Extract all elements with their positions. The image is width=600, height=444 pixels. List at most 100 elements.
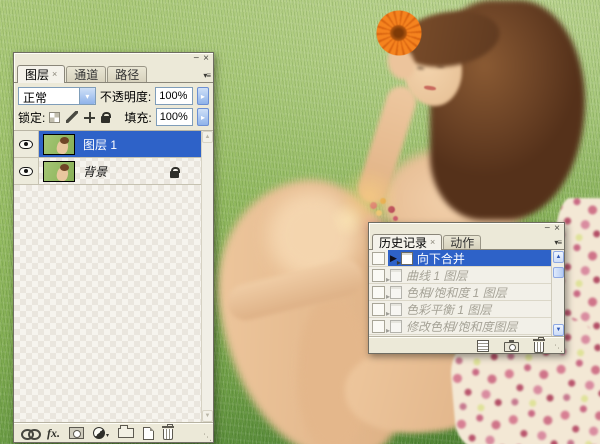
tab-history[interactable]: 历史记录 × [372, 234, 442, 250]
layer-mask-icon [69, 427, 84, 439]
layer-name[interactable]: 背景 [83, 163, 107, 180]
tab-layers[interactable]: 图层 × [17, 65, 65, 83]
link-icon [21, 429, 38, 437]
lock-all-icon[interactable] [101, 116, 110, 123]
resize-grip[interactable]: ⋱ [554, 344, 563, 353]
lock-transparency-icon[interactable] [49, 112, 60, 123]
close-button[interactable]: × [203, 54, 209, 63]
delete-state-button[interactable] [534, 339, 544, 353]
history-state-label: 向下合并 [417, 250, 465, 267]
document-icon [477, 340, 489, 352]
history-panel: − × 历史记录 × 动作 ▾≡ ▶ 向下合并 [368, 222, 565, 354]
orange-flower-center [390, 25, 407, 41]
tab-actions-label: 动作 [450, 234, 474, 251]
history-source-checkbox[interactable] [372, 252, 385, 265]
close-button[interactable]: × [554, 224, 560, 233]
lock-pixels-icon[interactable] [66, 111, 78, 123]
layers-panel-footer: fx. ▾ ⋱ [14, 423, 213, 442]
minimize-button[interactable]: − [193, 54, 199, 63]
history-source-checkbox[interactable] [372, 269, 385, 282]
history-state-icon [390, 320, 402, 333]
history-state-row[interactable]: 修改色相/饱和度图层 [369, 318, 551, 335]
fill-label: 填充: [124, 109, 151, 126]
layers-panel-tabs: 图层 × 通道 路径 ▾≡ [14, 64, 213, 83]
fill-stepper-icon[interactable]: ▸ [197, 108, 209, 126]
fx-icon: fx. [47, 428, 60, 439]
tab-channels-label: 通道 [74, 66, 98, 83]
trash-icon [534, 342, 544, 353]
adjustment-layer-icon [93, 427, 105, 439]
scroll-down-icon[interactable]: ▼ [553, 324, 564, 336]
tab-history-label: 历史记录 [379, 234, 427, 251]
lock-position-icon[interactable] [84, 112, 95, 123]
history-state-row[interactable]: 色相/饱和度 1 图层 [369, 284, 551, 301]
history-source-checkbox[interactable] [372, 286, 385, 299]
blend-mode-select[interactable]: 正常 ▾ [18, 87, 96, 105]
new-snapshot-button[interactable] [504, 340, 519, 352]
history-state-row[interactable]: 色彩平衡 1 图层 [369, 301, 551, 318]
history-pointer-icon[interactable]: ▶ [390, 254, 397, 263]
opacity-input[interactable]: 100% [155, 87, 193, 105]
layer-name[interactable]: 图层 1 [83, 136, 117, 153]
tab-actions[interactable]: 动作 [443, 235, 481, 249]
add-layer-mask-button[interactable] [69, 427, 84, 439]
new-layer-icon [143, 427, 154, 440]
history-state-label: 色相/饱和度 1 图层 [406, 284, 507, 301]
layers-panel-titlebar[interactable]: − × [14, 53, 213, 64]
layer-thumbnail[interactable] [43, 134, 75, 155]
chevron-down-icon[interactable]: ▾ [79, 88, 95, 104]
delete-layer-button[interactable] [163, 426, 173, 440]
opacity-stepper-icon[interactable]: ▸ [197, 87, 209, 105]
history-source-checkbox[interactable] [372, 303, 385, 316]
history-state-icon [390, 269, 402, 282]
fill-input[interactable]: 100% [156, 108, 193, 126]
tab-channels[interactable]: 通道 [66, 66, 106, 82]
new-group-button[interactable] [118, 428, 134, 439]
history-source-checkbox[interactable] [372, 320, 385, 333]
history-state-row[interactable]: 曲线 1 图层 [369, 267, 551, 284]
tab-layers-label: 图层 [25, 66, 49, 83]
camera-icon [504, 342, 519, 352]
history-state-list: ▶ 向下合并 曲线 1 图层 色相/饱和度 1 图层 [369, 250, 564, 337]
history-state-row[interactable]: ▶ 向下合并 [369, 250, 551, 267]
tab-paths-label: 路径 [115, 66, 139, 83]
blend-mode-row: 正常 ▾ 不透明度: 100% ▸ [14, 83, 213, 108]
history-panel-titlebar[interactable]: − × [369, 223, 564, 233]
new-layer-button[interactable] [143, 427, 154, 440]
layer-row-background[interactable]: 背景 [14, 158, 201, 185]
tab-close-icon[interactable]: × [52, 69, 57, 79]
history-state-icon [390, 303, 402, 316]
panel-menu-icon[interactable]: ▾≡ [203, 72, 210, 80]
opacity-label: 不透明度: [100, 88, 151, 105]
minimize-button[interactable]: − [544, 224, 550, 233]
visibility-toggle[interactable] [14, 131, 39, 157]
scroll-up-icon[interactable]: ▲ [202, 131, 213, 143]
scroll-down-icon[interactable]: ▼ [202, 410, 213, 422]
eye-icon [19, 167, 33, 176]
tab-paths[interactable]: 路径 [107, 66, 147, 82]
locked-layer-icon [170, 171, 179, 178]
history-scrollbar[interactable]: ▲ ▼ [551, 250, 564, 337]
photoshop-workspace: − × 图层 × 通道 路径 ▾≡ 正常 ▾ 不透明度: 100% ▸ [0, 0, 600, 444]
new-document-from-state-button[interactable] [477, 340, 489, 352]
layers-scrollbar[interactable]: ▲ ▼ [201, 131, 213, 422]
history-state-icon [390, 286, 402, 299]
tab-close-icon[interactable]: × [430, 237, 435, 247]
lock-label: 锁定: [18, 109, 45, 126]
visibility-toggle[interactable] [14, 158, 39, 184]
link-layers-button[interactable] [21, 429, 38, 437]
scroll-up-icon[interactable]: ▲ [553, 251, 564, 263]
adjustment-layer-button[interactable]: ▾ [93, 427, 109, 439]
lock-row: 锁定: 填充: 100% ▸ [14, 108, 213, 131]
blend-mode-value: 正常 [19, 88, 79, 104]
layer-row-layer1[interactable]: 图层 1 [14, 131, 201, 158]
history-state-label: 色彩平衡 1 图层 [406, 301, 491, 318]
layers-panel: − × 图层 × 通道 路径 ▾≡ 正常 ▾ 不透明度: 100% ▸ [13, 52, 214, 443]
scrollbar-thumb[interactable] [553, 267, 564, 278]
resize-grip[interactable]: ⋱ [203, 433, 212, 442]
layer-style-button[interactable]: fx. [47, 428, 60, 439]
history-state-icon [401, 252, 413, 265]
panel-menu-icon[interactable]: ▾≡ [554, 239, 561, 247]
layer-thumbnail[interactable] [43, 161, 75, 182]
history-panel-tabs: 历史记录 × 动作 ▾≡ [369, 233, 564, 250]
